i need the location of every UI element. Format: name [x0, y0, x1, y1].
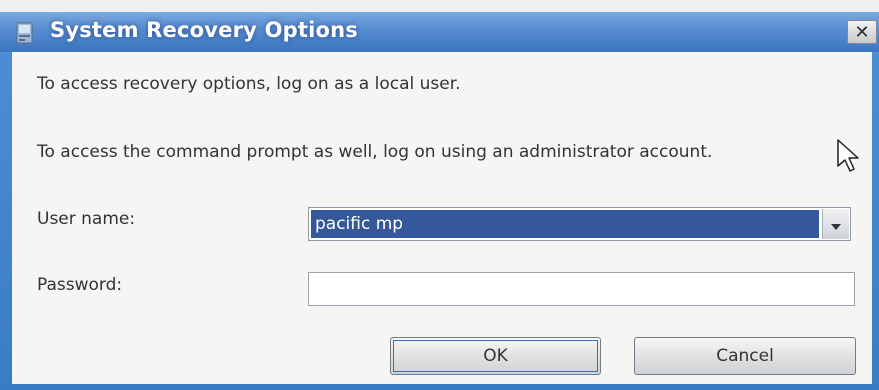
- username-label: User name:: [37, 209, 136, 229]
- title-bar[interactable]: System Recovery Options ✕: [0, 12, 879, 52]
- username-selected-value: pacific mp: [311, 210, 819, 238]
- username-dropdown[interactable]: pacific mp: [308, 207, 851, 241]
- password-field[interactable]: [308, 272, 855, 306]
- close-icon: ✕: [854, 21, 870, 43]
- instruction-text-2: To access the command prompt as well, lo…: [37, 142, 713, 162]
- ok-button[interactable]: OK: [390, 337, 601, 375]
- system-recovery-options-dialog: System Recovery Options ✕ To access reco…: [0, 12, 879, 390]
- cancel-button[interactable]: Cancel: [634, 337, 856, 375]
- close-button[interactable]: ✕: [847, 20, 877, 44]
- window-title: System Recovery Options: [50, 18, 358, 42]
- dialog-body: To access recovery options, log on as a …: [12, 52, 872, 384]
- password-label: Password:: [37, 275, 123, 295]
- instruction-text-1: To access recovery options, log on as a …: [37, 74, 461, 94]
- dropdown-arrow-button[interactable]: [822, 209, 849, 239]
- chevron-down-icon: [831, 215, 841, 234]
- screen-top-strip: [0, 0, 879, 12]
- computer-icon: [16, 21, 36, 45]
- mouse-pointer-icon: [836, 138, 862, 174]
